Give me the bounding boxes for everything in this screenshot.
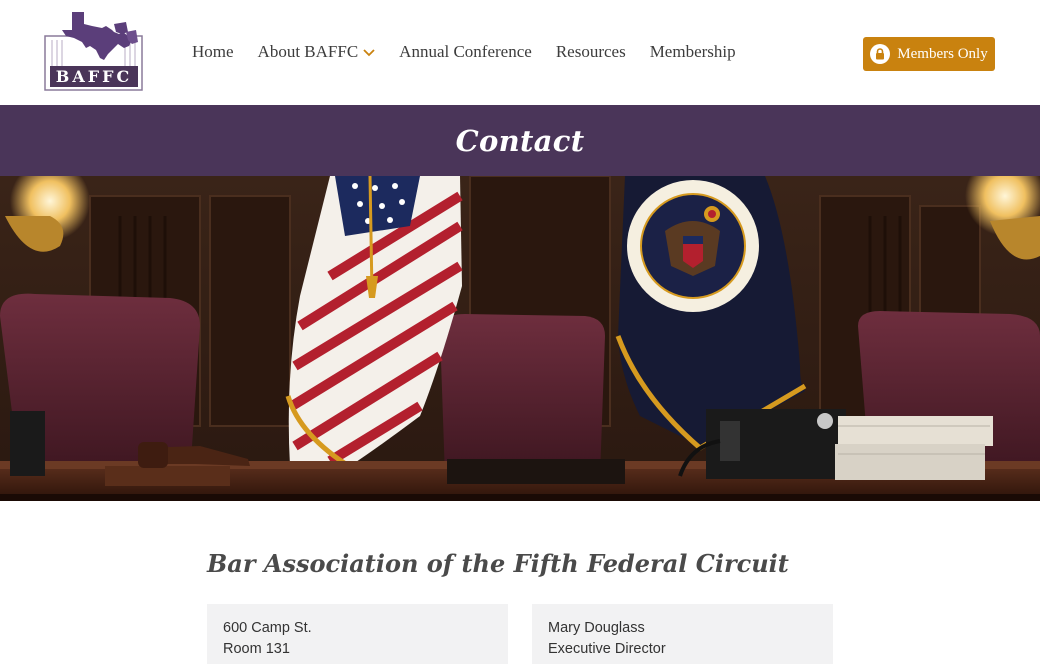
nav-home[interactable]: Home [192, 42, 234, 62]
nav-membership-label: Membership [649, 42, 736, 61]
contact-role: Executive Director [548, 641, 666, 657]
contact-name: Mary Douglass [548, 620, 645, 636]
nav-home-label: Home [192, 42, 234, 61]
nav-membership[interactable]: Membership [650, 42, 736, 62]
nav-annual-conference[interactable]: Annual Conference [399, 42, 532, 62]
organization-heading: Bar Association of the Fifth Federal Cir… [207, 549, 789, 578]
lock-icon [870, 44, 891, 64]
nav-about[interactable]: About BAFFC [258, 42, 376, 62]
nav-annual-conference-label: Annual Conference [399, 42, 532, 61]
page-title: Contact [455, 123, 585, 158]
baffc-logo[interactable]: BAFFC [44, 10, 144, 92]
members-only-button[interactable]: Members Only [863, 37, 995, 71]
nav-resources[interactable]: Resources [556, 42, 626, 62]
address-card: 600 Camp St. Room 131 [207, 604, 508, 664]
logo-text: BAFFC [56, 67, 132, 86]
address-line-2: Room 131 [223, 641, 290, 657]
chevron-down-icon [363, 42, 375, 62]
courtroom-hero-image [0, 176, 1040, 501]
page-title-bar: Contact [0, 105, 1040, 176]
nav-resources-label: Resources [555, 42, 626, 61]
members-only-label: Members Only [897, 45, 988, 62]
site-header: BAFFC Home About BAFFC Annual Conference… [0, 0, 1040, 105]
nav-about-label: About BAFFC [257, 42, 359, 61]
address-line-1: 600 Camp St. [223, 620, 312, 636]
main-nav: Home About BAFFC Annual Conference Resou… [192, 42, 760, 62]
contact-card: Mary Douglass Executive Director [532, 604, 833, 664]
